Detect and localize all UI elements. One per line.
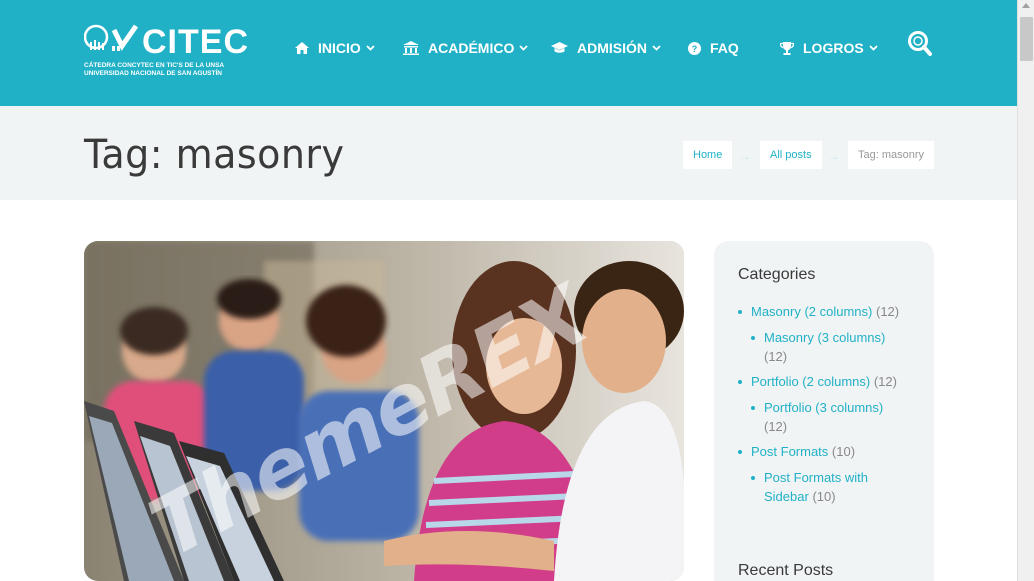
category-link[interactable]: Post Formats — [751, 444, 828, 459]
nav-item-logros[interactable]: LOGROS — [780, 36, 878, 60]
logo-mark-icon — [84, 24, 139, 51]
breadcrumb-separator: → — [828, 149, 840, 163]
category-item: Post Formats with Sidebar (10) — [751, 468, 914, 506]
page-title: Tag: masonry — [84, 132, 345, 178]
chevron-down-icon — [366, 45, 375, 51]
graduation-cap-icon — [551, 42, 568, 53]
chevron-down-icon — [652, 45, 661, 51]
category-item: Portfolio (3 columns) (12) — [751, 398, 914, 436]
logo-subtitle-line1: CÁTEDRA CONCYTEC EN TIC'S DE LA UNSA — [84, 62, 225, 69]
category-item: Portfolio (2 columns) (12) — [738, 372, 897, 391]
category-count: (10) — [812, 489, 836, 504]
chevron-down-icon — [519, 45, 528, 51]
category-link[interactable]: Portfolio (2 columns) — [751, 374, 870, 389]
page: CITEC CÁTEDRA CONCYTEC EN TIC'S DE LA UN… — [0, 0, 1017, 581]
list-bullet — [751, 336, 755, 340]
category-count: (12) — [876, 304, 900, 319]
logo-subtitle: CÁTEDRA CONCYTEC EN TIC'S DE LA UNSA UNI… — [84, 62, 244, 78]
bank-icon — [403, 41, 419, 55]
category-link[interactable]: Post Formats with — [764, 470, 868, 485]
nav-item-inicio[interactable]: INICIO — [295, 36, 375, 60]
chevron-down-icon — [869, 45, 878, 51]
nav-item-label: ACADÉMICO — [428, 40, 515, 56]
breadcrumb-current: Tag: masonry — [848, 141, 935, 169]
list-bullet — [751, 406, 755, 410]
scroll-up-arrow-icon[interactable] — [1022, 3, 1030, 8]
vertical-scrollbar[interactable] — [1017, 0, 1034, 581]
category-count: (10) — [831, 444, 856, 459]
search-icon[interactable] — [907, 30, 933, 58]
category-link[interactable]: Sidebar — [764, 489, 809, 504]
nav-item-academico[interactable]: ACADÉMICO — [403, 36, 528, 60]
nav-item-admision[interactable]: ADMISIÓN — [551, 36, 661, 60]
site-logo[interactable]: CITEC CÁTEDRA CONCYTEC EN TIC'S DE LA UN… — [84, 22, 248, 82]
list-bullet — [738, 450, 742, 454]
nav-item-faq[interactable]: ? FAQ — [688, 36, 739, 60]
list-bullet — [738, 310, 742, 314]
list-bullet — [738, 380, 742, 384]
svg-text:?: ? — [692, 44, 698, 54]
category-link[interactable]: Masonry (2 columns) — [751, 304, 872, 319]
category-count: (12) — [764, 419, 788, 434]
nav-item-label: ADMISIÓN — [577, 40, 647, 56]
nav-item-label: LOGROS — [803, 40, 864, 56]
category-item: Masonry (3 columns) (12) — [751, 328, 914, 366]
category-item: Post Formats (10) — [738, 442, 856, 461]
nav-item-label: FAQ — [710, 40, 739, 56]
breadcrumb-home[interactable]: Home — [683, 141, 733, 169]
breadcrumb-separator: → — [739, 149, 751, 163]
breadcrumb-all-posts[interactable]: All posts — [760, 141, 822, 169]
question-circle-icon: ? — [688, 41, 701, 55]
scrollbar-thumb[interactable] — [1020, 17, 1033, 61]
home-icon — [295, 42, 309, 54]
category-count: (12) — [764, 349, 788, 364]
category-link[interactable]: Masonry (3 columns) — [764, 330, 885, 345]
category-link[interactable]: Portfolio (3 columns) — [764, 400, 883, 415]
list-bullet — [751, 476, 755, 480]
category-item: Masonry (2 columns) (12) — [738, 302, 900, 321]
categories-widget-title: Categories — [738, 266, 816, 283]
logo-subtitle-line2: UNIVERSIDAD NACIONAL DE SAN AGUSTÍN — [84, 70, 222, 77]
logo-title: CITEC — [142, 23, 249, 61]
trophy-icon — [780, 41, 794, 55]
nav-item-label: INICIO — [318, 40, 361, 56]
category-count: (12) — [873, 374, 897, 389]
recent-posts-widget-title: Recent Posts — [738, 562, 834, 579]
